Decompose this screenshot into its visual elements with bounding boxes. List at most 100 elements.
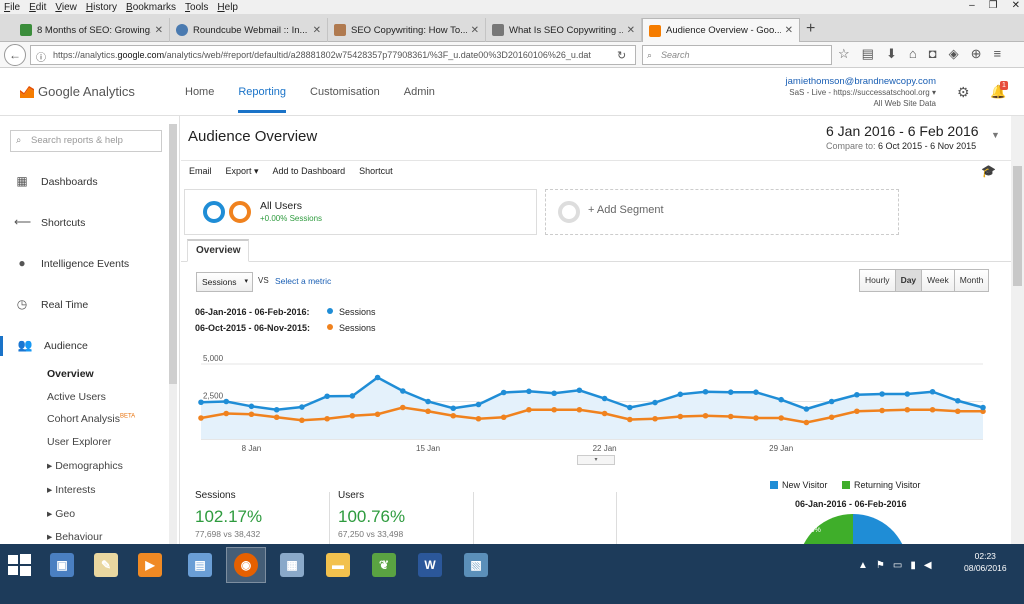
granularity-week[interactable]: Week: [921, 269, 955, 292]
export-button[interactable]: Export ▾: [226, 166, 259, 177]
browser-tab[interactable]: SEO Copywriting: How To... ✕: [328, 18, 486, 42]
sessions-line-chart[interactable]: 5,000 2,500 8 Jan 15 Jan 22 Jan 29 Jan: [191, 342, 996, 458]
metric-select[interactable]: Sessions ▾: [196, 272, 253, 292]
close-tab-icon[interactable]: ✕: [785, 25, 793, 36]
windows-taskbar: ▣ ✎ ▶ ▤ ◉ ▦ ▬ ❦ W ▧ ▲ ⚑ ▭ ▮ ◀ 02:23 08/0…: [0, 544, 1024, 604]
sidebar-subitem-demographics[interactable]: ▸ Demographics: [47, 460, 123, 472]
sidebar-subitem-active-users[interactable]: Active Users: [47, 391, 106, 403]
taskbar-app-file-explorer[interactable]: ▬: [318, 547, 358, 583]
nav-home[interactable]: Home: [185, 86, 214, 113]
pocket-icon[interactable]: ◘: [929, 46, 937, 62]
hamburger-menu-icon[interactable]: ≡: [993, 46, 1001, 62]
menu-item[interactable]: File: [4, 2, 20, 13]
granularity-hourly[interactable]: Hourly: [859, 269, 896, 292]
data-point: [854, 408, 860, 415]
taskbar-app-photos[interactable]: ▧: [456, 547, 496, 583]
site-info-icon[interactable]: ⓘ: [36, 49, 46, 64]
close-tab-icon[interactable]: ✕: [627, 25, 635, 36]
menu-item[interactable]: Tools: [185, 2, 208, 13]
browser-tab[interactable]: What Is SEO Copywriting ... ✕: [486, 18, 642, 42]
search-bar[interactable]: ⌕ Search: [642, 45, 832, 65]
select-metric-link[interactable]: Select a metric: [275, 276, 331, 286]
sidebar-subitem-behaviour[interactable]: ▸ Behaviour: [47, 531, 102, 543]
menu-item[interactable]: View: [55, 2, 77, 13]
home-icon[interactable]: ⌂: [909, 46, 917, 62]
date-dropdown-icon[interactable]: ▼: [991, 130, 1000, 140]
sidebar-item-intelligence-events[interactable]: ● Intelligence Events: [0, 254, 168, 274]
sidebar-item-dashboards[interactable]: ▦ Dashboards: [0, 172, 168, 192]
taskbar-app-firefox[interactable]: ◉: [226, 547, 266, 583]
metric-users[interactable]: Users 100.76% 67,250 vs 33,498: [338, 490, 405, 539]
metric-sessions[interactable]: Sessions 102.17% 77,698 vs 38,432: [195, 490, 262, 539]
granularity-day[interactable]: Day: [894, 269, 923, 292]
tab-overview[interactable]: Overview: [187, 239, 250, 262]
menu-item[interactable]: Bookmarks: [126, 2, 176, 13]
browser-tab-active[interactable]: Audience Overview - Goo... ✕: [642, 18, 800, 42]
nav-customisation[interactable]: Customisation: [310, 86, 380, 113]
account-selector[interactable]: jamiethomson@brandnewcopy.com SaS - Live…: [786, 76, 936, 109]
flag-icon[interactable]: ⚑: [876, 560, 885, 571]
sidebar-scrollbar-thumb[interactable]: [169, 124, 177, 384]
close-tab-icon[interactable]: ✕: [155, 25, 163, 36]
gear-icon[interactable]: ⚙: [957, 84, 970, 101]
taskbar-app-word[interactable]: W: [410, 547, 450, 583]
display-icon[interactable]: ▭: [893, 560, 902, 571]
shortcut-button[interactable]: Shortcut: [359, 166, 393, 177]
minimize-button[interactable]: –: [969, 0, 975, 11]
menu-item[interactable]: Edit: [29, 2, 46, 13]
windows-start-icon[interactable]: [6, 552, 32, 578]
sidebar-subitem-user-explorer[interactable]: User Explorer: [47, 436, 111, 448]
reading-list-icon[interactable]: ▤: [862, 46, 874, 62]
taskbar-app-computer[interactable]: ▤: [180, 547, 220, 583]
menu-item[interactable]: History: [86, 2, 117, 13]
taskbar-app-media-player[interactable]: ▶: [130, 547, 170, 583]
sidebar-item-audience[interactable]: 👥 Audience: [0, 336, 168, 356]
nav-reporting[interactable]: Reporting: [238, 86, 287, 113]
page-scrollbar[interactable]: [1011, 116, 1024, 544]
taskbar-app-evernote[interactable]: ❦: [364, 547, 404, 583]
data-point: [273, 414, 280, 421]
menu-item[interactable]: Help: [217, 2, 238, 13]
sidebar-item-real-time[interactable]: ◷ Real Time: [0, 295, 168, 315]
graduation-cap-icon[interactable]: 🎓: [981, 164, 996, 178]
shield-icon[interactable]: ◈: [949, 46, 959, 62]
volume-icon[interactable]: ◀: [924, 560, 932, 571]
browser-tab[interactable]: 8 Months of SEO: Growing... ✕: [14, 18, 170, 42]
close-tab-icon[interactable]: ✕: [471, 25, 479, 36]
restore-button[interactable]: ❐: [989, 0, 998, 11]
extension-icon[interactable]: ⊕: [971, 46, 982, 62]
email-button[interactable]: Email: [189, 166, 212, 177]
browser-tab[interactable]: Roundcube Webmail :: In... ✕: [170, 18, 328, 42]
network-icon[interactable]: ▮: [910, 560, 916, 571]
sidebar-search-input[interactable]: ⌕ Search reports & help: [10, 130, 162, 152]
sidebar-subitem-geo[interactable]: ▸ Geo: [47, 508, 75, 520]
sidebar-subitem-overview[interactable]: Overview: [47, 368, 94, 380]
sidebar-scrollbar[interactable]: [169, 124, 177, 544]
taskbar-app-paint[interactable]: ✎: [86, 547, 126, 583]
visitor-pie-chart[interactable]: 15.9%: [793, 514, 913, 544]
chart-collapse-button[interactable]: ▾: [577, 455, 615, 465]
download-icon[interactable]: ⬇: [886, 46, 897, 62]
bookmark-star-icon[interactable]: ☆: [838, 46, 850, 62]
sidebar-subitem-cohort-analysis[interactable]: Cohort AnalysisBETA: [47, 413, 135, 425]
close-button[interactable]: ✕: [1012, 0, 1020, 11]
granularity-month[interactable]: Month: [953, 269, 990, 292]
navigation-bar: ← https://analytics.google.com/analytics…: [0, 42, 1024, 68]
add-to-dashboard-button[interactable]: Add to Dashboard: [273, 166, 346, 177]
taskbar-clock[interactable]: 02:23 08/06/2016: [964, 550, 1007, 574]
close-tab-icon[interactable]: ✕: [313, 25, 321, 36]
date-range-picker[interactable]: 6 Jan 2016 - 6 Feb 2016: [826, 123, 979, 139]
back-button[interactable]: ←: [4, 44, 26, 66]
pie-slice-new: [853, 514, 903, 544]
page-scrollbar-thumb[interactable]: [1013, 166, 1022, 286]
show-hidden-icons[interactable]: ▲: [858, 560, 868, 571]
sidebar-item-shortcuts[interactable]: ⟵ Shortcuts: [0, 213, 168, 233]
nav-admin[interactable]: Admin: [404, 86, 435, 113]
url-bar[interactable]: https://analytics.google.com/analytics/w…: [30, 45, 636, 65]
sidebar-subitem-interests[interactable]: ▸ Interests: [47, 484, 95, 496]
taskbar-app-calculator[interactable]: ▦: [272, 547, 312, 583]
ga-logo[interactable]: Google Analytics: [20, 84, 135, 99]
new-tab-button[interactable]: +: [806, 20, 815, 38]
reload-icon[interactable]: ↻: [617, 49, 626, 62]
taskbar-app-remote-desktop[interactable]: ▣: [42, 547, 82, 583]
